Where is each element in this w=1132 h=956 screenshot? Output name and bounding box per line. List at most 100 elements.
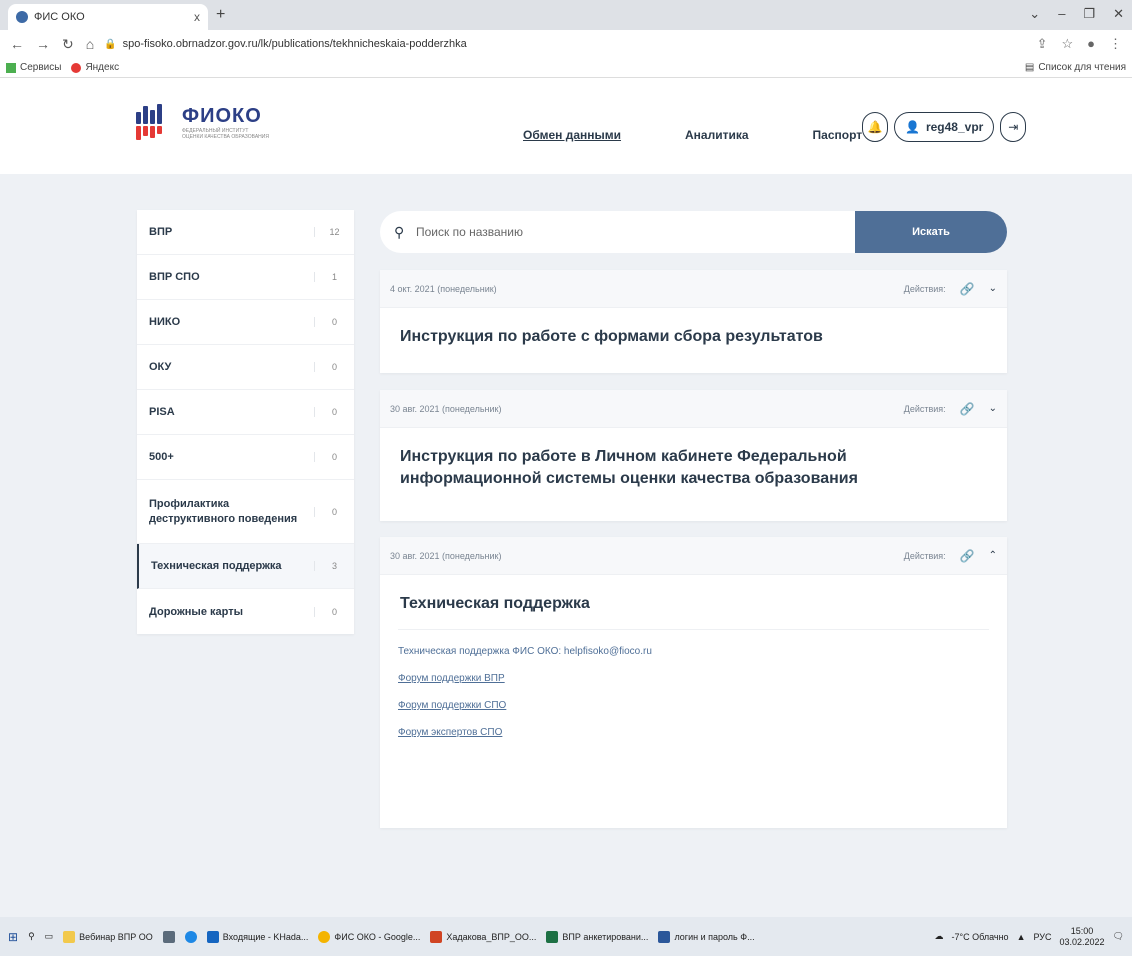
bookmark-services[interactable]: Сервисы	[6, 62, 61, 73]
sidebar-item-label: НИКО	[149, 316, 181, 328]
bookmark-yandex[interactable]: Яндекс	[71, 62, 119, 73]
tray-icons[interactable]: ▲	[1017, 932, 1026, 942]
fioko-logo[interactable]: ФИОКО ФЕДЕРАЛЬНЫЙ ИНСТИТУТ ОЦЕНКИ КАЧЕСТ…	[136, 104, 269, 140]
user-profile-button[interactable]: 👤 reg48_vpr	[894, 112, 995, 142]
bookmarks-bar: Сервисы Яндекс ▤ Список для чтения	[0, 58, 1132, 78]
taskbar-app[interactable]: Хадакова_ВПР_ОО...	[430, 930, 536, 943]
link-icon[interactable]: 🔗	[960, 282, 975, 296]
notifications-icon[interactable]: 🗨	[1113, 931, 1124, 942]
lock-icon: 🔒	[104, 38, 117, 50]
link-icon[interactable]: 🔗	[960, 402, 975, 416]
forum-experts-spo-link[interactable]: Форум экспертов СПО	[398, 727, 989, 738]
home-icon[interactable]: ⌂	[86, 36, 94, 53]
taskbar-app[interactable]: ФИС ОКО - Google...	[318, 930, 420, 943]
support-contact-text: Техническая поддержка ФИС ОКО: helpfisok…	[398, 646, 652, 657]
sidebar-item-niko[interactable]: НИКО 0	[137, 300, 354, 345]
sidebar-item-count: 0	[314, 317, 354, 327]
back-icon[interactable]: ←	[10, 36, 24, 53]
bookmark-star-icon[interactable]: ☆	[1061, 36, 1073, 52]
bookmark-label: Сервисы	[20, 62, 62, 73]
weather-text[interactable]: -7°C Облачно	[951, 932, 1008, 942]
sidebar-item-count: 0	[314, 506, 354, 517]
minimize-icon[interactable]: –	[1058, 6, 1065, 22]
sidebar-item-label: Дорожные карты	[149, 605, 243, 618]
taskbar-app-label: логин и пароль Ф...	[674, 931, 755, 942]
reading-list-label: Список для чтения	[1038, 62, 1126, 73]
search-button[interactable]: Искать	[855, 211, 1007, 253]
fioko-logo-icon	[136, 104, 174, 140]
taskbar-app[interactable]: Вебинар ВПР ОО	[63, 930, 153, 943]
clock[interactable]: 15:00 03.02.2022	[1060, 926, 1105, 948]
forward-icon[interactable]: →	[36, 36, 50, 53]
nav-analytics[interactable]: Аналитика	[685, 128, 749, 142]
publication-date: 30 авг. 2021 (понедельник)	[390, 550, 502, 561]
taskbar-app[interactable]: логин и пароль Ф...	[658, 930, 755, 943]
powerpoint-icon	[430, 930, 443, 943]
sidebar-item-label: ВПР	[149, 226, 173, 238]
taskbar-app-label: ВПР анкетировани...	[562, 931, 649, 942]
notifications-bell-icon[interactable]: 🔔	[862, 112, 888, 142]
actions-label: Действия:	[903, 283, 946, 294]
publication-title[interactable]: Инструкция по работе с формами сбора рез…	[380, 308, 1007, 348]
reload-icon[interactable]: ↻	[62, 36, 74, 53]
profile-icon[interactable]: ●	[1087, 36, 1095, 52]
sidebar-item-roadmaps[interactable]: Дорожные карты 0	[137, 589, 354, 634]
sidebar-item-pisa[interactable]: PISA 0	[137, 390, 354, 435]
nav-data-exchange[interactable]: Обмен данными	[523, 128, 621, 142]
menu-icon[interactable]: ⋮	[1109, 36, 1122, 52]
edge-icon[interactable]	[184, 930, 197, 943]
word-icon	[658, 930, 671, 943]
sidebar: ВПР 12 ВПР СПО 1 НИКО 0 ОКУ 0 PISA 0 500…	[137, 210, 354, 634]
link-icon[interactable]: 🔗	[960, 549, 975, 563]
sidebar-item-oku[interactable]: ОКУ 0	[137, 345, 354, 390]
search-icon: ⚲	[394, 223, 405, 240]
sidebar-item-vpr[interactable]: ВПР 12	[137, 210, 354, 255]
publication-date: 4 окт. 2021 (понедельник)	[390, 283, 497, 294]
taskbar-app[interactable]: ВПР анкетировани...	[546, 930, 649, 943]
weather-icon: ☁	[934, 931, 944, 941]
outlook-icon	[206, 930, 219, 943]
close-window-icon[interactable]: ✕	[1113, 6, 1124, 22]
new-tab-button[interactable]: +	[216, 6, 225, 24]
notepad-icon[interactable]	[162, 930, 175, 943]
username: reg48_vpr	[925, 120, 984, 134]
taskbar-app-label: Входящие - KHada...	[222, 931, 309, 942]
chevron-down-icon[interactable]: ⌄	[989, 403, 997, 414]
reading-list[interactable]: ▤ Список для чтения	[1025, 62, 1126, 73]
language-indicator[interactable]: РУС	[1033, 932, 1051, 942]
share-icon[interactable]: ⇪	[1037, 36, 1048, 52]
taskbar-app-label: Вебинар ВПР ОО	[79, 931, 153, 942]
logout-icon[interactable]: ⇥	[1000, 112, 1027, 142]
url-field[interactable]: 🔒 spo-fisoko.obrnadzor.gov.ru/lk/publica…	[104, 38, 467, 50]
tab-close-icon[interactable]: x	[194, 10, 200, 24]
sidebar-item-count: 0	[314, 606, 354, 617]
forum-spo-link[interactable]: Форум поддержки СПО	[398, 700, 989, 711]
user-icon: 👤	[905, 120, 920, 134]
yandex-icon	[71, 62, 82, 73]
forum-vpr-link[interactable]: Форум поддержки ВПР	[398, 673, 989, 684]
tab-search-icon[interactable]: ⌄	[1029, 6, 1040, 22]
taskbar-app[interactable]: Входящие - KHada...	[206, 930, 309, 943]
publication-header: 4 окт. 2021 (понедельник) Действия: 🔗 ⌄	[380, 270, 1007, 308]
sidebar-item-prevention[interactable]: Профилактика деструктивного поведения 0	[137, 480, 354, 544]
sidebar-item-tech-support[interactable]: Техническая поддержка 3	[137, 544, 354, 589]
sidebar-item-vpr-spo[interactable]: ВПР СПО 1	[137, 255, 354, 300]
apps-grid-icon	[6, 62, 16, 73]
search-input[interactable]: Поиск по названию	[416, 225, 855, 239]
chevron-up-icon[interactable]: ⌃	[989, 550, 997, 561]
sidebar-item-label: Профилактика деструктивного поведения	[149, 497, 298, 525]
sidebar-item-label: PISA	[149, 406, 175, 418]
sidebar-item-count: 12	[314, 227, 354, 237]
restore-icon[interactable]: ❐	[1083, 6, 1095, 22]
windows-start-icon[interactable]: ⊞	[8, 930, 18, 944]
publication-title[interactable]: Инструкция по работе в Личном кабинете Ф…	[380, 428, 1007, 490]
search-icon[interactable]: ⚲	[28, 931, 35, 942]
task-view-icon[interactable]: ▭	[45, 931, 54, 942]
sidebar-item-count: 0	[314, 362, 354, 372]
nav-passport[interactable]: Паспорт	[813, 128, 863, 142]
sidebar-item-500plus[interactable]: 500+ 0	[137, 435, 354, 480]
publication-title[interactable]: Техническая поддержка	[380, 575, 1007, 615]
browser-tab[interactable]: ФИС ОКО x	[8, 4, 208, 30]
chevron-down-icon[interactable]: ⌄	[989, 283, 997, 294]
bookmark-label: Яндекс	[85, 62, 120, 73]
